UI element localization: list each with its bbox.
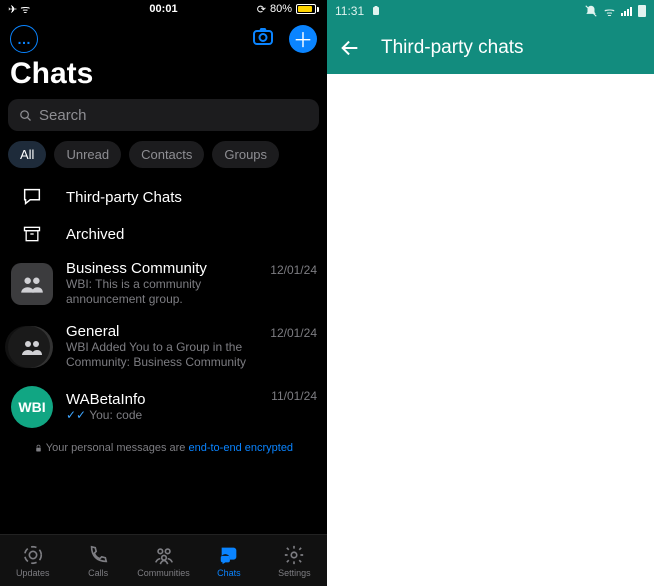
orientation-lock-icon: ⟳: [257, 3, 266, 16]
community-avatar: [11, 263, 53, 305]
archived-label: Archived: [66, 226, 317, 243]
chat-list: Third-party Chats Archived Business Comm…: [0, 178, 327, 534]
encryption-link[interactable]: end-to-end encrypted: [188, 442, 293, 454]
filter-contacts[interactable]: Contacts: [129, 141, 204, 168]
communities-icon: [153, 544, 175, 566]
filter-unread[interactable]: Unread: [54, 141, 121, 168]
clipboard-icon: [370, 5, 382, 17]
chat-bubble-icon: [21, 186, 43, 208]
battery-percent: 80%: [270, 3, 292, 15]
status-left-icons: ✈︎ ᯤ: [8, 2, 30, 17]
new-chat-button[interactable]: ＋: [289, 25, 317, 53]
tab-calls[interactable]: Calls: [65, 535, 130, 586]
group-icon: [19, 271, 45, 297]
chat-name: WABetaInfo: [66, 391, 259, 408]
battery-icon: [638, 5, 646, 17]
status-time: 11:31: [335, 4, 364, 18]
tab-communities[interactable]: Communities: [131, 535, 196, 586]
search-placeholder: Search: [39, 107, 87, 124]
read-receipt-icon: ✓✓: [66, 408, 86, 422]
header-actions: … ＋: [0, 18, 327, 55]
android-header-title: Third-party chats: [381, 37, 524, 59]
chat-name: General: [66, 323, 258, 340]
ios-status-bar: ✈︎ ᯤ 00:01 ⟳ 80%: [0, 0, 327, 18]
filter-row: All Unread Contacts Groups: [0, 141, 327, 178]
search-input[interactable]: Search: [8, 99, 319, 131]
archived-row[interactable]: Archived: [0, 216, 327, 252]
page-title: Chats: [0, 55, 327, 99]
android-header: Third-party chats: [327, 22, 654, 74]
android-empty-body: [327, 74, 654, 586]
group-icon: [20, 335, 44, 359]
ios-whatsapp-screen: ✈︎ ᯤ 00:01 ⟳ 80% … ＋ Chats Search All Un…: [0, 0, 327, 586]
wbi-avatar: WBI: [11, 386, 53, 428]
camera-button[interactable]: [251, 24, 275, 53]
tab-updates[interactable]: Updates: [0, 535, 65, 586]
third-party-chats-label: Third-party Chats: [66, 189, 317, 206]
battery-icon: [296, 4, 319, 14]
status-time: 00:01: [149, 3, 177, 15]
chat-date: 12/01/24: [270, 326, 317, 340]
tab-settings[interactable]: Settings: [262, 535, 327, 586]
chat-preview: WBI Added You to a Group in the Communit…: [66, 340, 258, 370]
chat-row[interactable]: Business Community WBI: This is a commun…: [0, 252, 327, 315]
third-party-chats-row[interactable]: Third-party Chats: [0, 178, 327, 216]
tab-chats[interactable]: Chats: [196, 535, 261, 586]
chat-preview: ✓✓ You: code: [66, 408, 259, 423]
android-status-bar: 11:31 ᯤ: [327, 0, 654, 22]
encryption-notice: Your personal messages are end-to-end en…: [0, 436, 327, 462]
chat-row[interactable]: General WBI Added You to a Group in the …: [0, 315, 327, 378]
chat-row[interactable]: WBI WABetaInfo ✓✓ You: code 11/01/24: [0, 378, 327, 436]
gear-icon: [283, 544, 305, 566]
back-button[interactable]: [339, 37, 361, 59]
lock-icon: [34, 444, 43, 453]
search-icon: [18, 108, 33, 123]
archive-icon: [22, 224, 42, 244]
wifi-icon: ᯤ: [604, 3, 615, 20]
chat-date: 11/01/24: [271, 389, 317, 403]
more-menu-button[interactable]: …: [10, 25, 38, 53]
bottom-tab-bar: Updates Calls Communities Chats Settings: [0, 534, 327, 586]
chat-preview: WBI: This is a community announcement gr…: [66, 277, 258, 307]
chats-icon: [218, 544, 240, 566]
group-avatar: [11, 326, 53, 368]
arrow-left-icon: [339, 37, 361, 59]
mute-icon: [584, 4, 598, 18]
chat-date: 12/01/24: [270, 263, 317, 277]
status-icon: [22, 544, 44, 566]
android-whatsapp-screen: 11:31 ᯤ Third-party chats: [327, 0, 654, 586]
chat-name: Business Community: [66, 260, 258, 277]
filter-all[interactable]: All: [8, 141, 46, 168]
signal-icon: [621, 6, 632, 16]
phone-icon: [87, 544, 109, 566]
filter-groups[interactable]: Groups: [212, 141, 279, 168]
